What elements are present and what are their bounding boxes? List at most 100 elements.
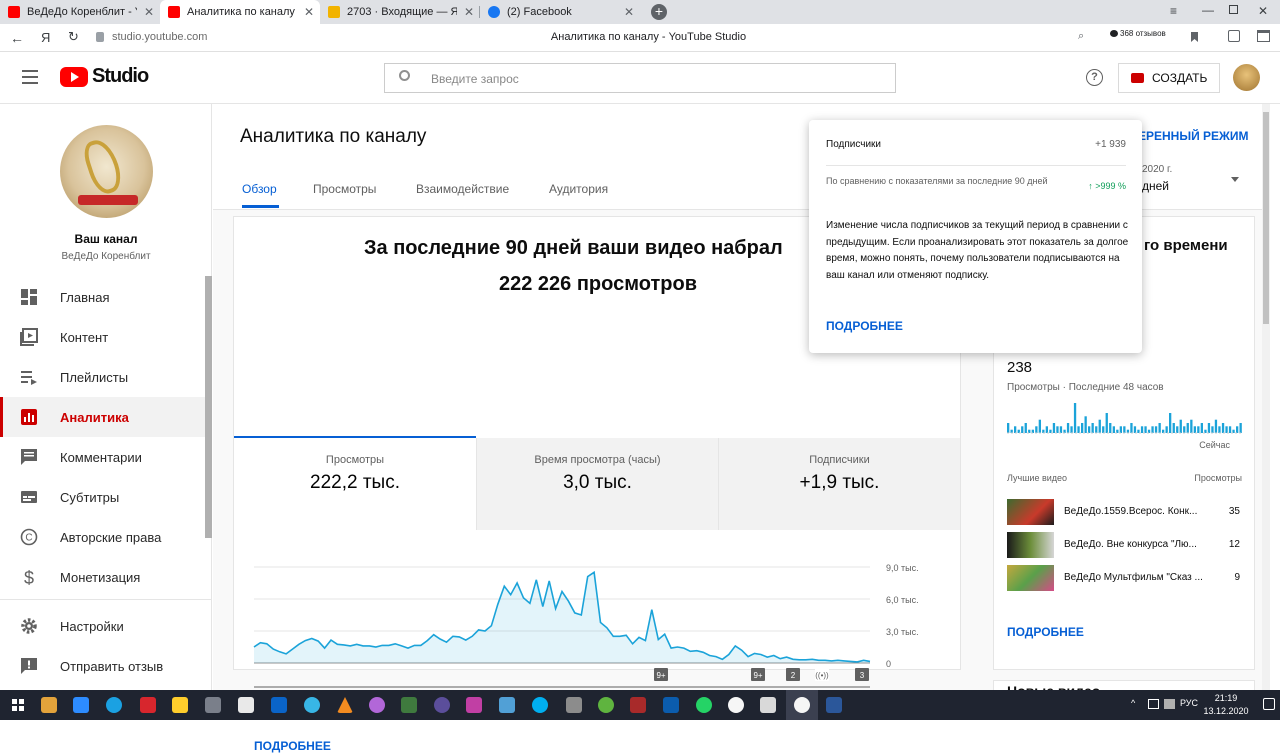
marker-label: 2 [791, 671, 796, 680]
tabs-menu-icon[interactable]: ≡ [1170, 4, 1177, 18]
app-icon[interactable] [369, 697, 385, 713]
browser-tab[interactable]: 2703 · Входящие — Яндекс.Почта ✕ [320, 0, 480, 24]
realtime-bars[interactable] [1007, 397, 1243, 435]
window-close-icon[interactable]: ✕ [1258, 4, 1268, 18]
save-icon[interactable] [760, 697, 776, 713]
taskbar-active-app[interactable] [786, 690, 818, 720]
tab-engagement[interactable]: Взаимодействие [416, 182, 509, 196]
sidebar-scrollbar[interactable] [205, 276, 212, 538]
app-icon[interactable] [41, 697, 57, 713]
app-icon[interactable] [566, 697, 582, 713]
app-icon[interactable] [434, 697, 450, 713]
chart-annotation-marker[interactable]: 2 [786, 668, 800, 681]
downloads-icon[interactable] [1257, 30, 1270, 42]
maximize-icon[interactable] [1229, 5, 1238, 14]
close-tab-icon[interactable]: ✕ [624, 5, 634, 19]
folder-icon[interactable] [172, 697, 188, 713]
sidebar-item-copyright[interactable]: C Авторские права [0, 517, 205, 557]
yandex-browser-icon[interactable] [728, 697, 744, 713]
browser-tab[interactable]: (2) Facebook ✕ [480, 0, 640, 24]
period-selector[interactable]: дней [1142, 179, 1169, 193]
tray-chevron-icon[interactable]: ^ [1131, 698, 1135, 708]
app-icon[interactable] [304, 697, 320, 713]
sidebar-item-comments[interactable]: Комментарии [0, 437, 205, 477]
top-video-row[interactable]: ВеДеДо. Вне конкурса "Лю... 12 [1007, 532, 1243, 558]
language-indicator[interactable]: РУС [1180, 698, 1198, 708]
top-video-row[interactable]: ВеДеДо.1559.Всерос. Конк... 35 [1007, 499, 1243, 525]
page-title: Аналитика по каналу [240, 126, 427, 147]
close-tab-icon[interactable]: ✕ [464, 5, 474, 19]
app-icon[interactable] [73, 697, 89, 713]
realtime-bar [1088, 426, 1091, 433]
app-icon[interactable] [598, 697, 614, 713]
sidebar-item-label: Главная [60, 289, 110, 305]
notifications-icon[interactable] [1263, 698, 1275, 710]
browser-tab-active[interactable]: Аналитика по каналу - YouTube Studio ✕ [160, 0, 320, 24]
help-icon[interactable]: ? [1086, 69, 1103, 86]
sidebar-item-subtitles[interactable]: Субтитры [0, 477, 205, 517]
advanced-mode-link[interactable]: ЕРЕННЫЙ РЕЖИМ [1138, 129, 1249, 143]
sidebar-item-analytics[interactable]: Аналитика [0, 397, 205, 437]
realtime-bar [1228, 426, 1232, 433]
metric-subscribers[interactable]: Подписчики +1,9 тыс. [718, 438, 960, 530]
chart-annotation-marker[interactable]: ((•)) [815, 668, 829, 681]
network-icon[interactable] [1148, 699, 1159, 709]
vlc-icon[interactable] [337, 697, 353, 713]
close-tab-icon[interactable]: ✕ [144, 5, 154, 19]
microphone-icon[interactable] [205, 697, 221, 713]
channel-avatar[interactable] [60, 125, 153, 218]
sidebar-item-feedback[interactable]: Отправить отзыв [0, 646, 205, 686]
page-scrollbar[interactable] [1263, 112, 1269, 324]
app-icon[interactable] [499, 697, 515, 713]
youtube-logo-icon[interactable] [60, 67, 88, 87]
chevron-down-icon[interactable] [1231, 177, 1239, 182]
tab-overview[interactable]: Обзор [242, 182, 277, 196]
realtime-more-link[interactable]: ПОДРОБНЕЕ [1007, 625, 1084, 639]
clock-time[interactable]: 21:19 [1204, 693, 1248, 703]
top-video-row[interactable]: ВеДеДо Мультфильм "Сказ ... 9 [1007, 565, 1243, 591]
chart-annotation-marker[interactable]: 3 [855, 668, 869, 681]
search-box[interactable]: Введите запрос [384, 63, 896, 93]
sidebar-item-monetization[interactable]: $ Монетизация [0, 557, 205, 597]
create-button[interactable]: СОЗДАТЬ [1118, 63, 1220, 93]
clock-date[interactable]: 13.12.2020 [1198, 706, 1254, 716]
menu-icon[interactable] [22, 70, 38, 84]
app-icon[interactable] [630, 697, 646, 713]
search-input[interactable]: Введите запрос [431, 72, 519, 86]
sidebar-item-dashboard[interactable]: Главная [0, 277, 205, 317]
tab-views[interactable]: Просмотры [313, 182, 376, 196]
more-link[interactable]: ПОДРОБНЕЕ [254, 739, 331, 753]
minimize-icon[interactable]: — [1202, 3, 1214, 17]
new-tab-icon[interactable]: + [651, 4, 667, 20]
realtime-bar [1070, 426, 1073, 433]
app-icon[interactable] [663, 697, 679, 713]
edge-icon[interactable] [106, 697, 122, 713]
skype-icon[interactable] [532, 697, 548, 713]
avatar[interactable] [1233, 64, 1260, 91]
app-icon[interactable] [271, 697, 287, 713]
sidebar-item-label: Субтитры [60, 489, 120, 505]
metric-views[interactable]: Просмотры 222,2 тыс. [234, 436, 476, 528]
sidebar-item-playlists[interactable]: Плейлисты [0, 357, 205, 397]
app-icon[interactable] [401, 697, 417, 713]
sidebar-item-settings[interactable]: Настройки [0, 606, 205, 646]
now-label: Сейчас [1199, 440, 1230, 450]
volume-icon[interactable] [1164, 699, 1175, 709]
app-icon[interactable] [140, 697, 156, 713]
reviews-badge[interactable]: 368 отзывов [1110, 29, 1166, 38]
app-icon[interactable] [466, 697, 482, 713]
chart-annotation-marker[interactable]: 9+ [654, 668, 668, 681]
metric-watch-time[interactable]: Время просмотра (часы) 3,0 тыс. [476, 438, 718, 530]
tooltip-more-link[interactable]: ПОДРОБНЕЕ [826, 319, 903, 333]
whatsapp-icon[interactable] [696, 697, 712, 713]
windows-start-icon[interactable] [12, 699, 24, 711]
close-tab-icon[interactable]: ✕ [304, 5, 314, 19]
extensions-icon[interactable] [1228, 30, 1240, 42]
search-page-icon[interactable]: ⌕ [1078, 30, 1084, 43]
mail-icon[interactable] [238, 697, 254, 713]
browser-tab[interactable]: ВеДеДо Коренблит - YouTube ✕ [0, 0, 160, 24]
sidebar-item-content[interactable]: Контент [0, 317, 205, 357]
word-icon[interactable] [826, 697, 842, 713]
chart-annotation-marker[interactable]: 9+ [751, 668, 765, 681]
tab-audience[interactable]: Аудитория [549, 182, 608, 196]
